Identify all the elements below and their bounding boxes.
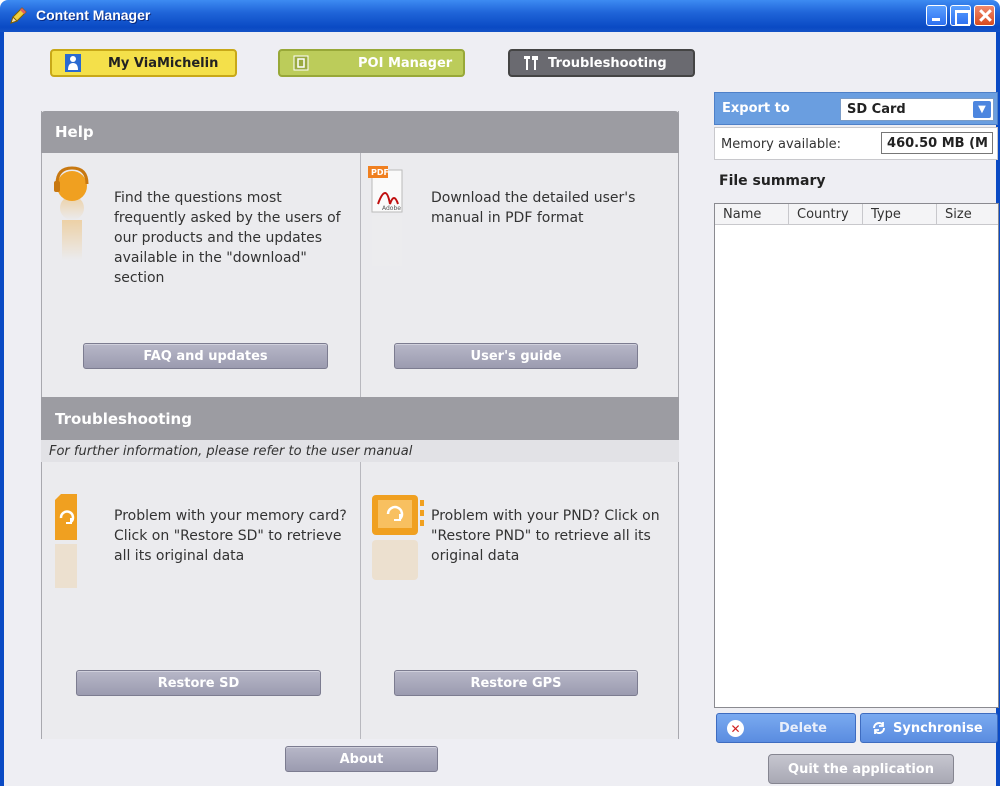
users-guide-button[interactable]: User's guide bbox=[394, 343, 638, 369]
tab-label: POI Manager bbox=[358, 55, 453, 71]
pencil-icon bbox=[10, 7, 27, 24]
delete-icon: ✕ bbox=[727, 720, 744, 737]
synchronise-button[interactable]: Synchronise bbox=[860, 713, 998, 743]
troubleshooting-divider bbox=[360, 462, 361, 739]
tab-my-viamichelin[interactable]: My ViaMichelin bbox=[50, 49, 237, 77]
synchronise-label: Synchronise bbox=[893, 720, 983, 736]
column-header-type[interactable]: Type bbox=[863, 204, 937, 224]
troubleshooting-note: For further information, please refer to… bbox=[41, 440, 679, 462]
headset-icon bbox=[54, 166, 89, 260]
window-title: Content Manager bbox=[36, 7, 151, 23]
sd-card-restore-icon bbox=[55, 494, 77, 588]
close-button[interactable] bbox=[974, 5, 995, 26]
about-button[interactable]: About bbox=[285, 746, 438, 772]
memory-available-field: 460.50 MB (M bbox=[881, 132, 993, 154]
help-header: Help bbox=[41, 111, 679, 153]
file-summary-table[interactable]: Name Country Type Size bbox=[714, 203, 999, 708]
restore-sd-button[interactable]: Restore SD bbox=[76, 670, 321, 696]
column-header-size[interactable]: Size bbox=[937, 204, 998, 224]
column-header-name[interactable]: Name bbox=[715, 204, 789, 224]
tab-label: My ViaMichelin bbox=[108, 55, 219, 71]
pdf-icon: PDF Adobe bbox=[368, 166, 403, 266]
sd-description: Problem with your memory card? Click on … bbox=[114, 508, 347, 564]
restore-gps-button[interactable]: Restore GPS bbox=[394, 670, 638, 696]
pnd-description: Problem with your PND? Click on "Restore… bbox=[431, 508, 660, 564]
quit-application-button[interactable]: Quit the application bbox=[768, 754, 954, 784]
tab-poi-manager[interactable]: POI Manager bbox=[278, 49, 465, 77]
faq-description: Find the questions most frequently asked… bbox=[114, 190, 341, 286]
maximize-button[interactable] bbox=[950, 5, 971, 26]
person-icon bbox=[64, 54, 82, 72]
delete-button[interactable]: ✕ Delete bbox=[716, 713, 856, 743]
svg-text:PDF: PDF bbox=[371, 168, 389, 177]
tools-icon bbox=[522, 54, 540, 72]
minimize-button[interactable] bbox=[926, 5, 947, 26]
help-divider bbox=[360, 153, 361, 397]
tab-label: Troubleshooting bbox=[548, 55, 667, 71]
svg-text:Adobe: Adobe bbox=[382, 205, 401, 212]
title-bar: Content Manager bbox=[0, 0, 1000, 32]
refresh-icon bbox=[873, 722, 885, 734]
chevron-down-icon[interactable]: ▼ bbox=[973, 101, 991, 118]
column-header-country[interactable]: Country bbox=[789, 204, 863, 224]
export-destination-select[interactable]: SD Card ▼ bbox=[840, 98, 994, 121]
troubleshooting-header: Troubleshooting bbox=[41, 397, 679, 440]
gps-restore-icon bbox=[372, 495, 424, 580]
faq-updates-button[interactable]: FAQ and updates bbox=[83, 343, 328, 369]
poi-icon bbox=[292, 54, 310, 72]
table-header: Name Country Type Size bbox=[715, 204, 998, 225]
tab-troubleshooting[interactable]: Troubleshooting bbox=[508, 49, 695, 77]
guide-description: Download the detailed user's manual in P… bbox=[431, 190, 636, 226]
memory-label: Memory available: bbox=[721, 137, 842, 152]
delete-label: Delete bbox=[779, 720, 827, 736]
file-summary-title: File summary bbox=[719, 173, 826, 189]
export-selected-value: SD Card bbox=[847, 102, 906, 117]
export-label: Export to bbox=[722, 101, 790, 116]
